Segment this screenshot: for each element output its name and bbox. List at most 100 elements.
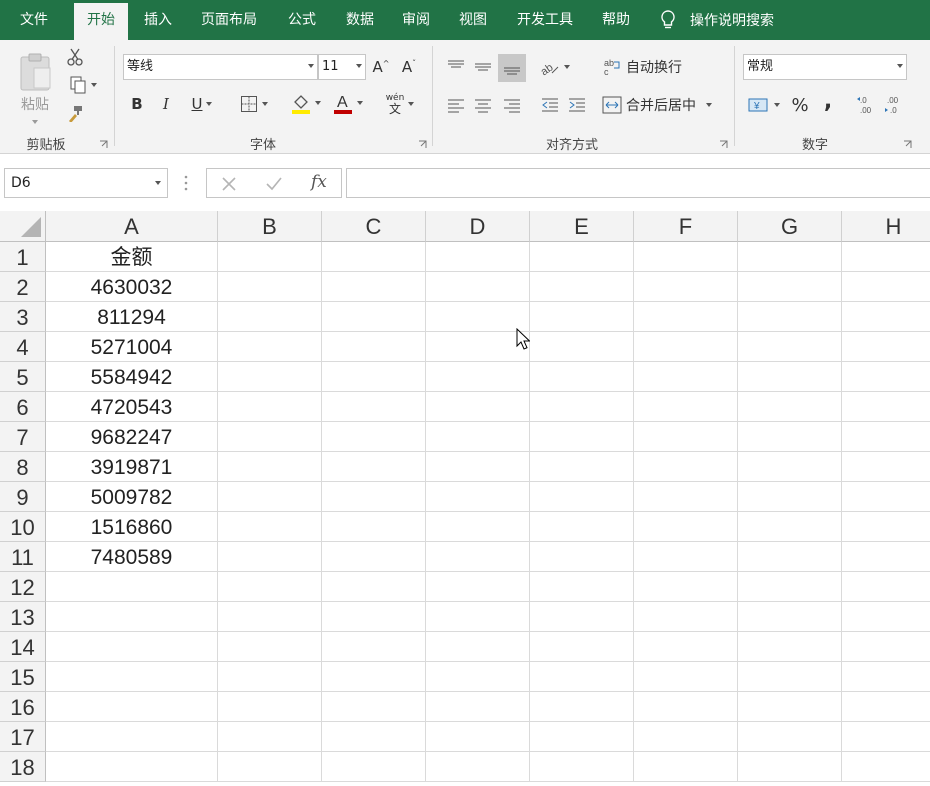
number-format-combo[interactable]: 常规 <box>743 54 907 80</box>
cell-g6[interactable] <box>738 392 842 422</box>
row-header-14[interactable]: 14 <box>0 632 46 662</box>
cell-b4[interactable] <box>218 332 322 362</box>
cell-c14[interactable] <box>322 632 426 662</box>
cell-e10[interactable] <box>530 512 634 542</box>
cell-c7[interactable] <box>322 422 426 452</box>
insert-function-button[interactable]: fx <box>311 172 327 192</box>
row-header-17[interactable]: 17 <box>0 722 46 752</box>
cell-c4[interactable] <box>322 332 426 362</box>
cell-g1[interactable] <box>738 242 842 272</box>
row-header-3[interactable]: 3 <box>0 302 46 332</box>
column-header-h[interactable]: H <box>842 211 930 242</box>
row-header-16[interactable]: 16 <box>0 692 46 722</box>
cell-a12[interactable] <box>46 572 218 602</box>
percent-button[interactable]: % <box>788 92 812 118</box>
cell-c17[interactable] <box>322 722 426 752</box>
cell-g14[interactable] <box>738 632 842 662</box>
cell-h6[interactable] <box>842 392 930 422</box>
cell-h12[interactable] <box>842 572 930 602</box>
formula-input[interactable] <box>346 168 930 198</box>
row-header-10[interactable]: 10 <box>0 512 46 542</box>
row-header-1[interactable]: 1 <box>0 242 46 272</box>
cell-d3[interactable] <box>426 302 530 332</box>
cell-f2[interactable] <box>634 272 738 302</box>
cell-e16[interactable] <box>530 692 634 722</box>
cell-h16[interactable] <box>842 692 930 722</box>
cell-h18[interactable] <box>842 752 930 782</box>
font-size-combo[interactable]: 11 <box>318 54 366 80</box>
cell-d5[interactable] <box>426 362 530 392</box>
cell-b13[interactable] <box>218 602 322 632</box>
cell-b2[interactable] <box>218 272 322 302</box>
cell-d7[interactable] <box>426 422 530 452</box>
row-header-6[interactable]: 6 <box>0 392 46 422</box>
cell-g10[interactable] <box>738 512 842 542</box>
cell-a3[interactable]: 811294 <box>46 302 218 332</box>
cell-h13[interactable] <box>842 602 930 632</box>
row-header-7[interactable]: 7 <box>0 422 46 452</box>
accounting-format-button[interactable]: ¥ <box>744 92 784 118</box>
phonetic-button[interactable]: wén 文 <box>380 90 420 118</box>
align-right-button[interactable] <box>498 92 526 118</box>
cell-g3[interactable] <box>738 302 842 332</box>
cell-e12[interactable] <box>530 572 634 602</box>
row-header-8[interactable]: 8 <box>0 452 46 482</box>
cell-d12[interactable] <box>426 572 530 602</box>
cell-g17[interactable] <box>738 722 842 752</box>
row-header-15[interactable]: 15 <box>0 662 46 692</box>
select-all-button[interactable] <box>0 211 46 242</box>
cell-b17[interactable] <box>218 722 322 752</box>
row-header-5[interactable]: 5 <box>0 362 46 392</box>
align-middle-button[interactable] <box>471 54 495 80</box>
cell-c12[interactable] <box>322 572 426 602</box>
cell-b18[interactable] <box>218 752 322 782</box>
clipboard-launcher-icon[interactable] <box>99 140 108 149</box>
align-top-button[interactable] <box>444 54 468 80</box>
cell-c2[interactable] <box>322 272 426 302</box>
cell-d6[interactable] <box>426 392 530 422</box>
cell-e17[interactable] <box>530 722 634 752</box>
cell-g11[interactable] <box>738 542 842 572</box>
cell-b5[interactable] <box>218 362 322 392</box>
cell-f4[interactable] <box>634 332 738 362</box>
cell-f5[interactable] <box>634 362 738 392</box>
cell-e14[interactable] <box>530 632 634 662</box>
cell-a2[interactable]: 4630032 <box>46 272 218 302</box>
cell-h15[interactable] <box>842 662 930 692</box>
cell-a15[interactable] <box>46 662 218 692</box>
align-bottom-button[interactable] <box>498 54 526 82</box>
column-header-a[interactable]: A <box>46 211 218 242</box>
cell-d11[interactable] <box>426 542 530 572</box>
cell-a9[interactable]: 5009782 <box>46 482 218 512</box>
tab-formulas[interactable]: 公式 <box>276 0 328 40</box>
column-header-c[interactable]: C <box>322 211 426 242</box>
cell-h7[interactable] <box>842 422 930 452</box>
cell-d13[interactable] <box>426 602 530 632</box>
cell-f8[interactable] <box>634 452 738 482</box>
cell-e3[interactable] <box>530 302 634 332</box>
cell-a1[interactable]: 金额 <box>46 242 218 272</box>
cancel-icon[interactable] <box>221 176 237 192</box>
cell-g8[interactable] <box>738 452 842 482</box>
formula-bar-grip-icon[interactable] <box>184 175 188 191</box>
cell-f14[interactable] <box>634 632 738 662</box>
column-header-f[interactable]: F <box>634 211 738 242</box>
cell-f16[interactable] <box>634 692 738 722</box>
cell-e8[interactable] <box>530 452 634 482</box>
cell-e13[interactable] <box>530 602 634 632</box>
cell-a10[interactable]: 1516860 <box>46 512 218 542</box>
cell-b3[interactable] <box>218 302 322 332</box>
italic-button[interactable]: I <box>155 92 177 116</box>
cell-b12[interactable] <box>218 572 322 602</box>
cell-d18[interactable] <box>426 752 530 782</box>
cell-d17[interactable] <box>426 722 530 752</box>
cell-g15[interactable] <box>738 662 842 692</box>
cell-f15[interactable] <box>634 662 738 692</box>
cell-a8[interactable]: 3919871 <box>46 452 218 482</box>
cell-h17[interactable] <box>842 722 930 752</box>
cell-h10[interactable] <box>842 512 930 542</box>
tab-home[interactable]: 开始 <box>74 3 128 40</box>
cell-g4[interactable] <box>738 332 842 362</box>
cell-b10[interactable] <box>218 512 322 542</box>
cell-b1[interactable] <box>218 242 322 272</box>
